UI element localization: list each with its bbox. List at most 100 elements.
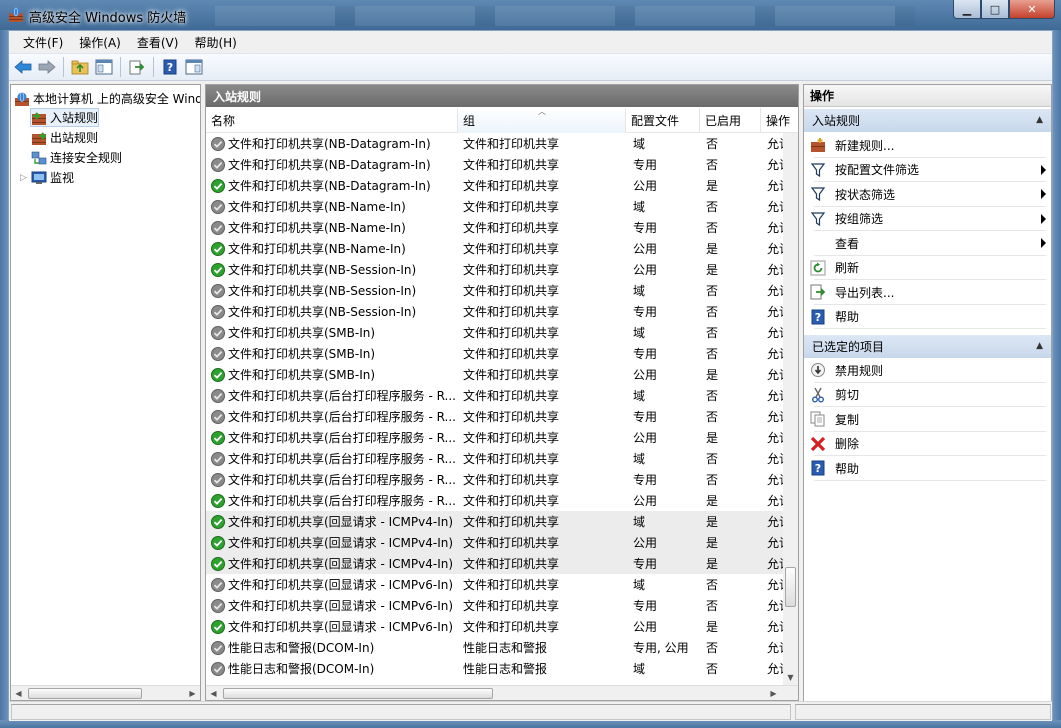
action-pane-icon	[185, 59, 203, 75]
scroll-down-arrow[interactable]: ▼	[783, 670, 798, 685]
scroll-left-arrow[interactable]: ◀	[11, 686, 26, 700]
action-disable[interactable]: 禁用规则	[810, 358, 1050, 382]
table-row[interactable]: 文件和打印机共享(回显请求 - ICMPv6-In)文件和打印机共享专用否允许	[206, 595, 798, 616]
tree-item-connection-security-rules[interactable]: 连接安全规则	[31, 148, 122, 167]
action-filter[interactable]: 按组筛选	[810, 207, 1050, 231]
action-export[interactable]: 导出列表...	[810, 280, 1050, 304]
close-button[interactable]: ✕	[1009, 0, 1055, 19]
tree-item-outbound-rules[interactable]: 出站规则	[31, 128, 98, 147]
action-filter[interactable]: 按状态筛选	[810, 182, 1050, 206]
up-folder-button[interactable]	[69, 56, 91, 78]
rules-vertical-scrollbar[interactable]: ▼	[783, 133, 798, 685]
rule-enabled-icon	[211, 178, 225, 193]
tree-horizontal-scrollbar[interactable]: ◀ ▶	[11, 685, 200, 700]
maximize-button[interactable]: □	[981, 0, 1009, 19]
rule-enabled-icon	[211, 514, 225, 529]
show-hide-action-pane-button[interactable]	[183, 56, 205, 78]
table-row[interactable]: 性能日志和警报(DCOM-In)性能日志和警报专用, 公用否允许	[206, 637, 798, 658]
minimize-button[interactable]: ▁	[953, 0, 981, 19]
forward-button[interactable]	[36, 56, 58, 78]
table-row[interactable]: 文件和打印机共享(NB-Session-In)文件和打印机共享域否允许	[206, 280, 798, 301]
action-refresh[interactable]: 刷新	[810, 256, 1050, 280]
export-list-button[interactable]	[126, 56, 148, 78]
table-row[interactable]: 文件和打印机共享(后台打印程序服务 - R...文件和打印机共享公用是允许	[206, 490, 798, 511]
column-header-profile[interactable]: 配置文件	[626, 108, 700, 133]
tree-root-item[interactable]: 本地计算机 上的高级安全 Windows 防火墙	[14, 89, 200, 108]
table-row[interactable]: 文件和打印机共享(回显请求 - ICMPv4-In)文件和打印机共享域是允许	[206, 511, 798, 532]
table-row[interactable]: 文件和打印机共享(回显请求 - ICMPv6-In)文件和打印机共享域否允许	[206, 574, 798, 595]
rule-name-cell: 文件和打印机共享(NB-Name-In)	[211, 217, 459, 238]
menu-view[interactable]: 查看(V)	[129, 34, 187, 51]
collapse-icon[interactable]: ▲	[1036, 341, 1043, 351]
table-row[interactable]: 文件和打印机共享(NB-Session-In)文件和打印机共享公用是允许	[206, 259, 798, 280]
column-header-enabled[interactable]: 已启用	[700, 108, 761, 133]
table-row[interactable]: 文件和打印机共享(回显请求 - ICMPv6-In)文件和打印机共享公用是允许	[206, 616, 798, 637]
action-new-rule[interactable]: 新建规则...	[810, 133, 1050, 157]
table-row[interactable]: 文件和打印机共享(后台打印程序服务 - R...文件和打印机共享专用否允许	[206, 469, 798, 490]
submenu-arrow-icon	[1041, 238, 1046, 248]
title-bar[interactable]: 高级安全 Windows 防火墙 ▁ □ ✕	[0, 0, 1061, 30]
help-button[interactable]: ?	[159, 56, 181, 78]
rule-profile-cell: 公用	[633, 242, 658, 256]
table-row[interactable]: 文件和打印机共享(NB-Session-In)文件和打印机共享专用否允许	[206, 301, 798, 322]
scroll-right-arrow[interactable]: ▶	[185, 686, 200, 700]
scroll-thumb[interactable]	[785, 567, 796, 607]
rule-disabled-icon	[211, 640, 225, 655]
rule-enabled-icon	[211, 619, 225, 634]
table-row[interactable]: 文件和打印机共享(后台打印程序服务 - R...文件和打印机共享专用否允许	[206, 406, 798, 427]
rule-name-cell: 文件和打印机共享(回显请求 - ICMPv6-In)	[211, 595, 459, 616]
rule-group-cell: 文件和打印机共享	[463, 410, 560, 424]
section-header-inbound-rules[interactable]: 入站规则 ▲	[804, 109, 1051, 132]
table-row[interactable]: 文件和打印机共享(NB-Datagram-In)文件和打印机共享专用否允许	[206, 154, 798, 175]
table-row[interactable]: 文件和打印机共享(NB-Name-In)文件和打印机共享域否允许	[206, 196, 798, 217]
rule-name-cell: 文件和打印机共享(后台打印程序服务 - R...	[211, 385, 459, 406]
svg-text:?: ?	[167, 61, 173, 74]
action-filter[interactable]: 按配置文件筛选	[810, 158, 1050, 182]
column-header-action[interactable]: 操作	[761, 108, 798, 133]
action-copy[interactable]: 复制	[810, 407, 1050, 431]
rule-group-cell: 文件和打印机共享	[463, 515, 560, 529]
menu-action[interactable]: 操作(A)	[71, 34, 129, 51]
table-row[interactable]: 文件和打印机共享(后台打印程序服务 - R...文件和打印机共享公用是允许	[206, 427, 798, 448]
table-row[interactable]: 文件和打印机共享(SMB-In)文件和打印机共享公用是允许	[206, 364, 798, 385]
menu-help[interactable]: 帮助(H)	[186, 34, 244, 51]
action-help[interactable]: ? 帮助	[810, 456, 1050, 480]
table-row[interactable]: 文件和打印机共享(后台打印程序服务 - R...文件和打印机共享域否允许	[206, 385, 798, 406]
scroll-thumb[interactable]	[28, 688, 142, 699]
collapse-icon[interactable]: ▲	[1036, 115, 1043, 125]
table-row[interactable]: 文件和打印机共享(NB-Name-In)文件和打印机共享公用是允许	[206, 238, 798, 259]
table-row[interactable]: 文件和打印机共享(回显请求 - ICMPv4-In)文件和打印机共享公用是允许	[206, 532, 798, 553]
column-header-group[interactable]: ︿ 组	[458, 107, 626, 133]
tree-item-monitoring[interactable]: ▷ 监视	[20, 168, 74, 187]
menu-file[interactable]: 文件(F)	[15, 34, 71, 51]
table-row[interactable]: 文件和打印机共享(SMB-In)文件和打印机共享专用否允许	[206, 343, 798, 364]
scroll-thumb[interactable]	[223, 688, 493, 699]
action-cut[interactable]: 剪切	[810, 383, 1050, 407]
back-button[interactable]	[12, 56, 34, 78]
rule-group-cell: 文件和打印机共享	[463, 578, 560, 592]
table-row[interactable]: 性能日志和警报(DCOM-In)性能日志和警报域否允许	[206, 658, 798, 679]
scroll-left-arrow[interactable]: ◀	[206, 686, 221, 700]
show-hide-tree-button[interactable]	[93, 56, 115, 78]
table-row[interactable]: 文件和打印机共享(SMB-In)文件和打印机共享域否允许	[206, 322, 798, 343]
column-header-name[interactable]: 名称	[206, 108, 458, 133]
scroll-right-arrow[interactable]: ▶	[766, 686, 781, 700]
action-delete[interactable]: 删除	[810, 432, 1050, 456]
rule-group-cell: 文件和打印机共享	[463, 137, 560, 151]
table-row[interactable]: 文件和打印机共享(NB-Datagram-In)文件和打印机共享公用是允许	[206, 175, 798, 196]
rules-horizontal-scrollbar[interactable]: ◀ ▶	[206, 685, 798, 700]
action-view[interactable]: 查看	[810, 231, 1050, 255]
table-row[interactable]: 文件和打印机共享(NB-Name-In)文件和打印机共享专用否允许	[206, 217, 798, 238]
filter-icon	[810, 186, 826, 202]
table-row[interactable]: 文件和打印机共享(NB-Datagram-In)文件和打印机共享域否允许	[206, 133, 798, 154]
expand-arrow-icon[interactable]: ▷	[20, 173, 28, 183]
tree-item-inbound-rules[interactable]: 入站规则	[30, 108, 100, 127]
window-client: 文件(F) 操作(A) 查看(V) 帮助(H) ? 本地计算机 上的高级安全 W…	[8, 30, 1053, 721]
table-row[interactable]: 文件和打印机共享(后台打印程序服务 - R...文件和打印机共享域否允许	[206, 448, 798, 469]
action-help[interactable]: ? 帮助	[810, 305, 1050, 329]
rule-enabled-cell: 否	[706, 305, 719, 319]
section-header-selected-items[interactable]: 已选定的项目 ▲	[804, 335, 1051, 358]
table-row[interactable]: 文件和打印机共享(回显请求 - ICMPv4-In)文件和打印机共享专用是允许	[206, 553, 798, 574]
rule-name-cell: 文件和打印机共享(NB-Datagram-In)	[211, 133, 459, 154]
filter-icon	[810, 162, 826, 178]
